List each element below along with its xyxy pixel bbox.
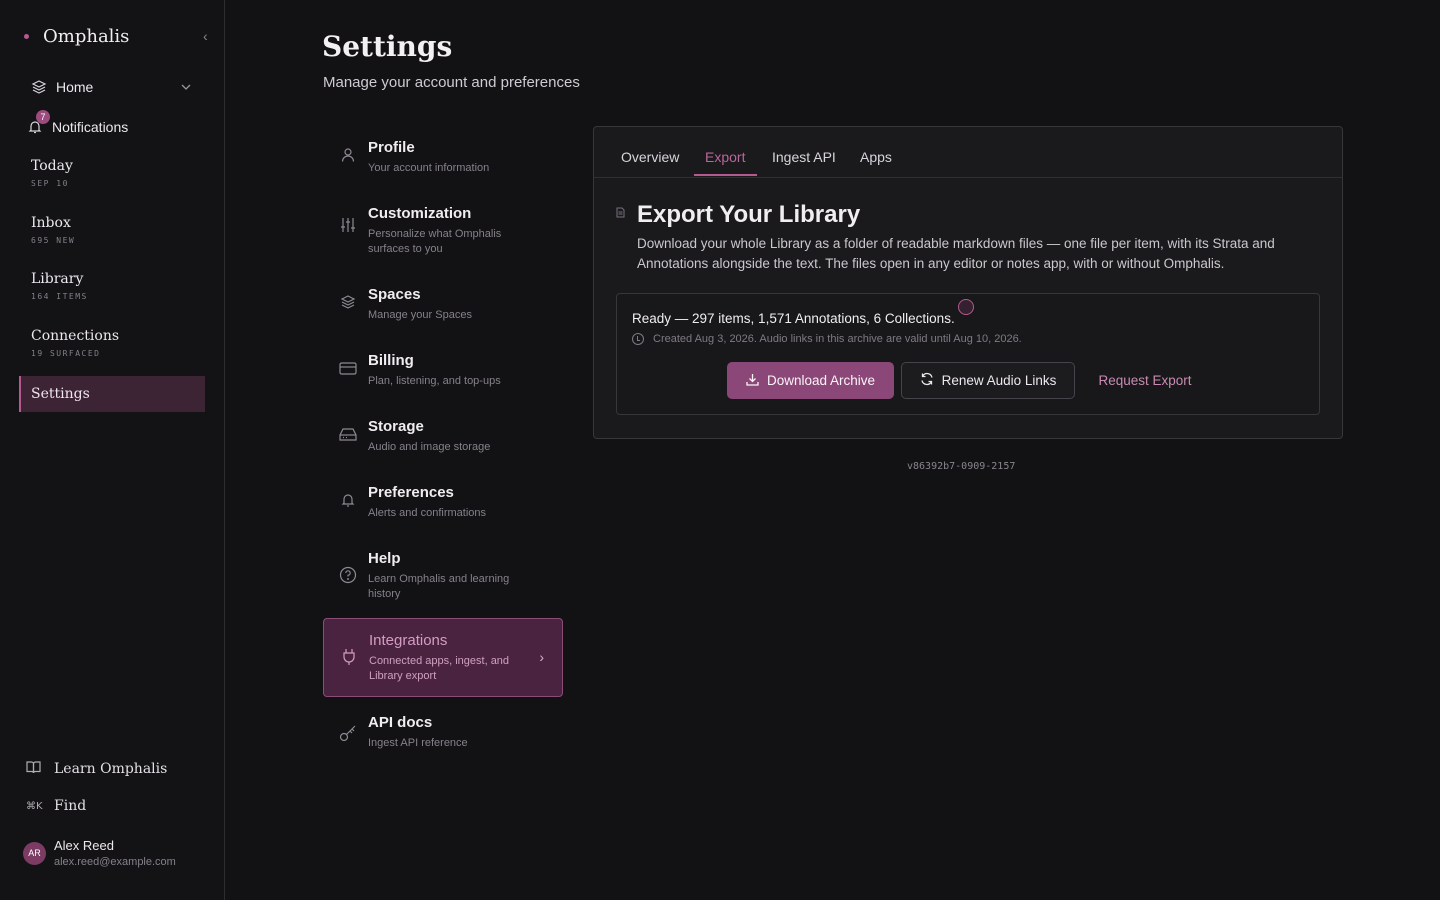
integrations-panel: Overview Export Ingest API Apps Export Y… <box>593 126 1343 439</box>
avatar: AR <box>23 841 46 865</box>
user-name: Alex Reed <box>54 838 114 853</box>
settings-menu-spaces[interactable]: Spaces Manage your Spaces <box>323 286 563 323</box>
tab-export[interactable]: Export <box>705 149 745 165</box>
sidebar-item-title: Connections <box>31 328 120 344</box>
menu-item-title: Storage <box>368 418 424 435</box>
nav-home-label: Home <box>56 79 94 95</box>
user-icon <box>337 147 359 176</box>
settings-menu-billing[interactable]: Billing Plan, listening, and top-ups <box>323 352 563 389</box>
drive-icon <box>337 426 359 455</box>
menu-item-title: Customization <box>368 205 472 222</box>
sidebar-item-title: Inbox <box>31 215 71 231</box>
menu-item-title: Help <box>368 550 401 567</box>
learn-omphalis-link[interactable]: Learn Omphalis <box>26 760 167 777</box>
page-subtitle: Manage your account and preferences <box>323 74 580 91</box>
renew-audio-links-label: Renew Audio Links <box>941 373 1057 388</box>
tab-bar: Overview Export Ingest API Apps <box>594 127 1342 178</box>
sidebar-item-title: Library <box>31 271 84 287</box>
bell-icon: 7 <box>26 110 50 136</box>
credit-card-icon <box>337 360 359 389</box>
nav-home[interactable]: Home <box>30 78 93 96</box>
renew-audio-links-button[interactable]: Renew Audio Links <box>901 362 1075 399</box>
export-created-info: Created Aug 3, 2026. Audio links in this… <box>632 333 1022 345</box>
plug-icon <box>338 648 360 684</box>
find-shortcut: ⌘K <box>26 800 43 812</box>
find-label: Find <box>54 798 87 814</box>
menu-item-desc: Audio and image storage <box>368 441 491 453</box>
settings-menu-help[interactable]: Help Learn Omphalis and learning history <box>323 550 563 602</box>
sidebar-item-inbox[interactable]: Inbox 695 NEW <box>31 215 75 245</box>
settings-menu-customization[interactable]: Customization Personalize what Omphalis … <box>323 205 563 257</box>
nav-notifications-label: Notifications <box>52 119 129 135</box>
settings-menu-profile[interactable]: Profile Your account information <box>323 139 563 176</box>
menu-item-title: Integrations <box>369 632 448 649</box>
menu-item-desc: Alerts and confirmations <box>368 507 486 519</box>
key-icon <box>337 724 359 751</box>
brand[interactable]: Omphalis <box>24 26 129 47</box>
book-icon <box>26 760 42 777</box>
settings-menu-api-docs[interactable]: API docs Ingest API reference <box>323 714 563 751</box>
download-archive-label: Download Archive <box>766 373 876 388</box>
menu-item-desc: Personalize what Omphalis surfaces to yo… <box>368 228 502 255</box>
export-title: Export Your Library <box>637 201 861 228</box>
export-created-text: Created Aug 3, 2026. Audio links in this… <box>653 333 1022 345</box>
export-description: Download your whole Library as a folder … <box>637 236 1275 271</box>
menu-item-desc: Ingest API reference <box>368 737 468 749</box>
menu-item-title: Billing <box>368 352 414 369</box>
menu-item-desc: Connected apps, ingest, and Library expo… <box>369 655 510 682</box>
menu-item-title: Preferences <box>368 484 454 501</box>
chevron-down-icon[interactable] <box>180 80 192 98</box>
sliders-icon <box>337 217 359 257</box>
brand-dot-icon <box>24 34 29 39</box>
menu-item-desc: Learn Omphalis and learning history <box>368 573 510 600</box>
settings-menu-preferences[interactable]: Preferences Alerts and confirmations <box>323 484 563 521</box>
page-title: Settings <box>322 30 453 63</box>
menu-item-title: Spaces <box>368 286 421 303</box>
brand-name: Omphalis <box>43 26 130 47</box>
sidebar-item-title: Today <box>31 158 73 174</box>
export-status: Ready — 297 items, 1,571 Annotations, 6 … <box>632 311 955 326</box>
sidebar-item-sub: SEP 10 <box>31 179 69 188</box>
collapse-sidebar-icon[interactable]: ‹ <box>203 28 208 44</box>
sidebar-item-settings[interactable]: Settings <box>19 376 205 412</box>
clock-icon <box>632 333 644 345</box>
help-circle-icon <box>337 566 359 602</box>
bell-icon <box>337 492 359 521</box>
menu-item-desc: Manage your Spaces <box>368 309 472 321</box>
menu-item-title: Profile <box>368 139 415 156</box>
find-button[interactable]: ⌘K Find <box>26 798 86 814</box>
user-account[interactable]: AR Alex Reed alex.reed@example.com <box>23 838 176 868</box>
download-archive-button[interactable]: Download Archive <box>727 362 894 399</box>
sidebar-item-sub: 164 ITEMS <box>31 292 88 301</box>
menu-item-desc: Your account information <box>368 162 490 174</box>
sidebar-item-connections[interactable]: Connections 19 SURFACED <box>31 328 119 358</box>
cursor-indicator <box>958 299 974 315</box>
menu-item-title: API docs <box>368 714 433 731</box>
learn-omphalis-label: Learn Omphalis <box>54 760 168 777</box>
sidebar-item-sub: 695 NEW <box>31 236 76 245</box>
user-email: alex.reed@example.com <box>54 856 176 868</box>
chevron-right-icon: › <box>539 649 544 665</box>
layers-icon <box>30 78 48 96</box>
settings-menu-integrations[interactable]: Integrations Connected apps, ingest, and… <box>323 618 563 697</box>
notifications-badge: 7 <box>36 110 50 124</box>
tab-ingest-api[interactable]: Ingest API <box>772 149 836 165</box>
tab-apps[interactable]: Apps <box>860 149 892 165</box>
download-icon <box>746 373 759 389</box>
active-tab-indicator <box>694 174 757 176</box>
layers-icon <box>337 294 359 323</box>
sidebar-item-today[interactable]: Today SEP 10 <box>31 158 73 188</box>
tab-overview[interactable]: Overview <box>621 149 679 165</box>
version-string: v86392b7-0909-2157 <box>907 461 1016 472</box>
sidebar-item-library[interactable]: Library 164 ITEMS <box>31 271 88 301</box>
nav-notifications[interactable]: 7 Notifications <box>26 110 129 136</box>
document-icon <box>616 207 625 221</box>
sidebar: Omphalis ‹ Home 7 Notifications Today SE… <box>0 0 225 900</box>
refresh-icon <box>920 372 934 389</box>
menu-item-desc: Plan, listening, and top-ups <box>368 375 501 387</box>
request-export-button[interactable]: Request Export <box>1089 362 1201 399</box>
sidebar-item-sub: 19 SURFACED <box>31 349 101 358</box>
settings-menu-storage[interactable]: Storage Audio and image storage <box>323 418 563 455</box>
